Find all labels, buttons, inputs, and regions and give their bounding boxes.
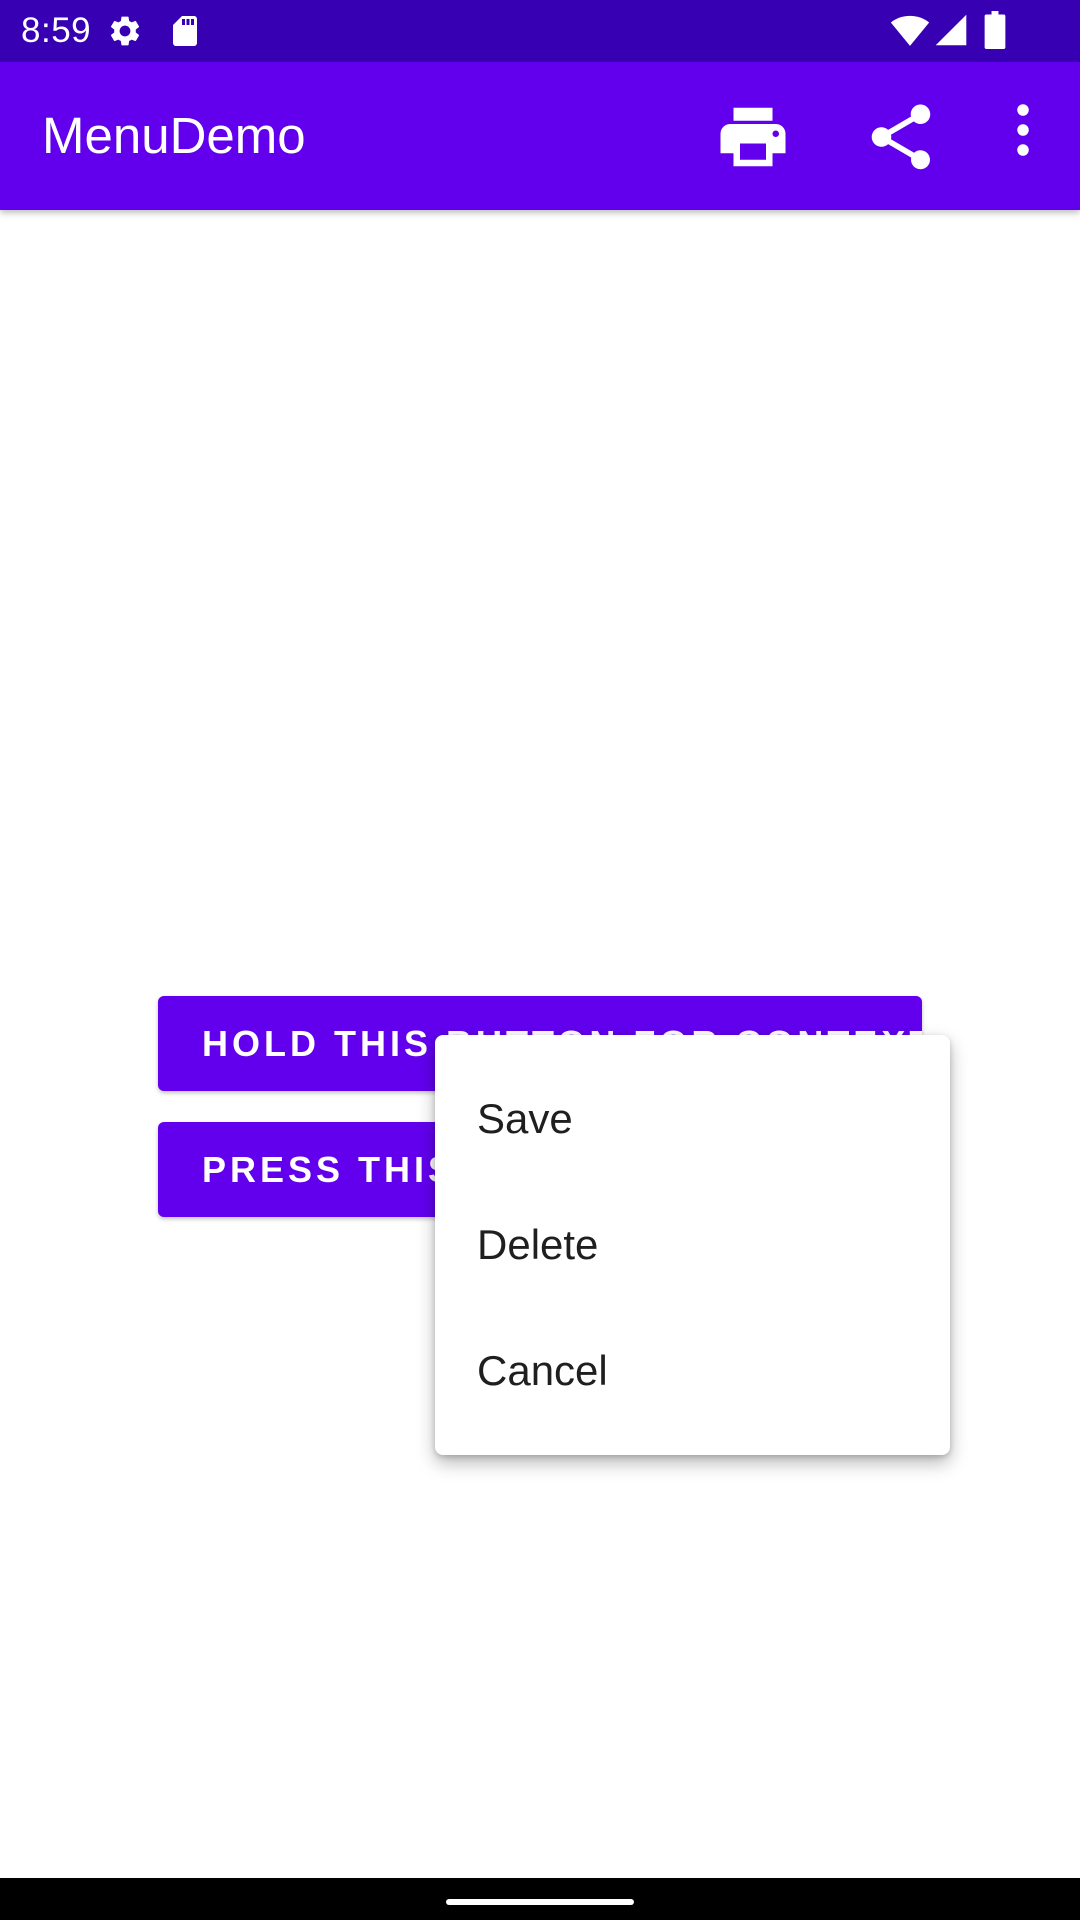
app-title: MenuDemo xyxy=(42,107,306,164)
battery-icon xyxy=(984,11,1006,49)
navigation-bar xyxy=(0,1878,1080,1920)
wifi-icon xyxy=(890,15,930,46)
sd-card-icon xyxy=(173,16,197,46)
signal-icon xyxy=(935,14,967,46)
home-gesture-handle[interactable] xyxy=(446,1899,634,1905)
status-bar: 8:59 xyxy=(0,0,1080,62)
menu-item-delete[interactable]: Delete xyxy=(435,1182,950,1308)
menu-item-cancel[interactable]: Cancel xyxy=(435,1308,950,1434)
more-vert-icon[interactable] xyxy=(998,100,1048,160)
context-menu: Save Delete Cancel xyxy=(435,1035,950,1455)
print-icon[interactable] xyxy=(714,98,792,176)
settings-icon xyxy=(110,16,140,46)
app-bar: MenuDemo xyxy=(0,62,1080,210)
share-icon[interactable] xyxy=(862,98,940,176)
menu-item-save[interactable]: Save xyxy=(435,1056,950,1182)
status-time: 8:59 xyxy=(21,11,92,50)
